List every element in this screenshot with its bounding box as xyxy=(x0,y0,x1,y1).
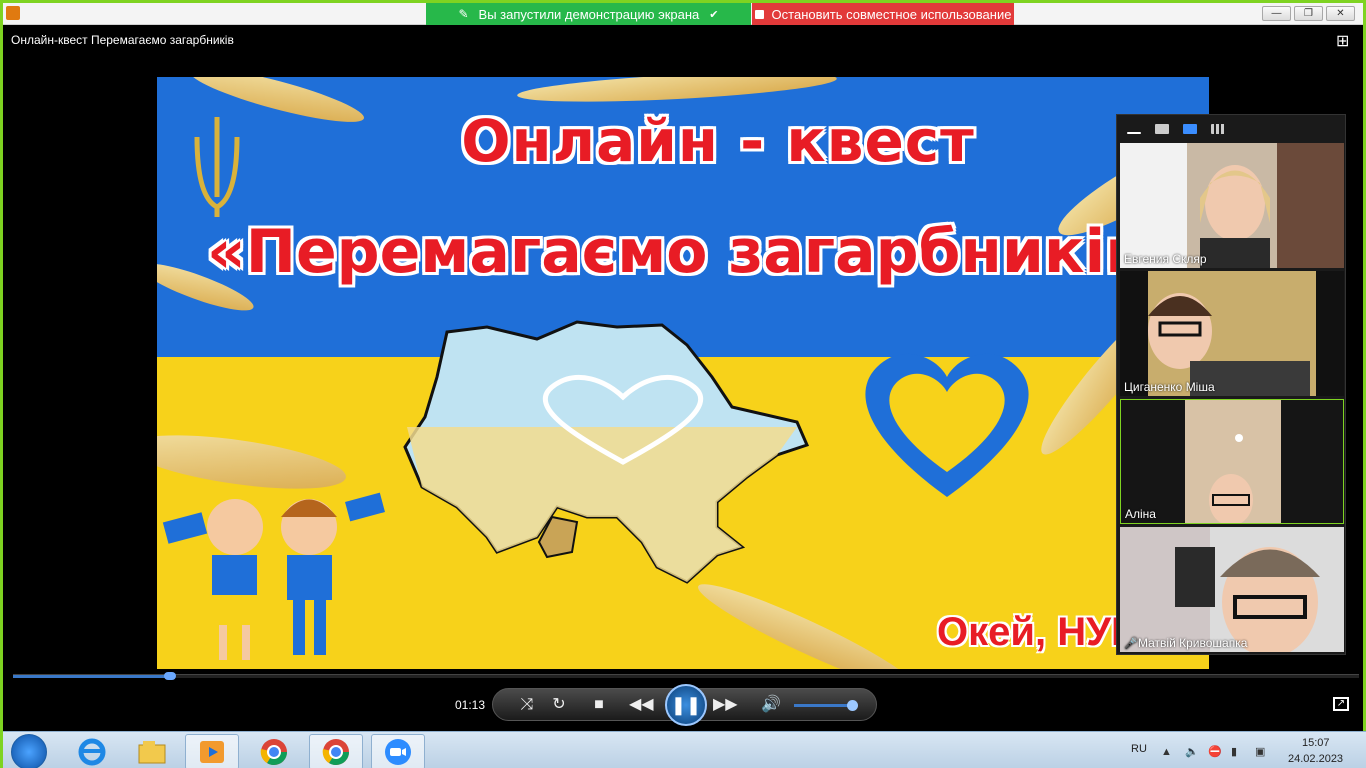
slide-title-line2: «Перемагаємо загарбників» xyxy=(207,217,1182,287)
participant-tile[interactable]: 🎤Матвій Кривошапка xyxy=(1120,527,1344,652)
stop-icon xyxy=(754,9,764,19)
stop-icon[interactable]: ■ xyxy=(587,694,611,716)
signal-icon[interactable]: ▮ xyxy=(1231,746,1243,758)
chrome-icon[interactable] xyxy=(247,734,301,768)
restore-button[interactable]: ❐ xyxy=(1294,6,1323,21)
muted-microphone-icon: 🎤 xyxy=(1124,638,1138,650)
start-button[interactable] xyxy=(11,734,47,768)
participant-tile-active-speaker[interactable]: Аліна xyxy=(1120,399,1344,524)
taskbar: RU ▲ 🔈 ⛔ ▮ ▣ 15:07 24.02.2023 xyxy=(3,731,1366,768)
volume-tray-icon[interactable]: 🔈 xyxy=(1185,746,1199,758)
screen-share-status-bar[interactable]: ✎ Вы запустили демонстрацию экрана ✔ xyxy=(426,3,751,25)
participant-name-text: Матвій Кривошапка xyxy=(1138,636,1248,650)
participant-name: Аліна xyxy=(1125,507,1156,521)
slide-title-line1: Онлайн - квест xyxy=(461,107,975,175)
participant-name: Циганенко Міша xyxy=(1124,380,1215,394)
player-controls: ⤨ ↻ ■ ◀◀ ❚❚ ▶▶ 🔊 xyxy=(492,684,877,726)
zoom-icon[interactable] xyxy=(371,734,425,768)
elapsed-time: 01:13 xyxy=(455,698,486,712)
show-hidden-icons-icon[interactable]: ▲ xyxy=(1161,746,1173,758)
video-title: Онлайн-квест Перемагаємо загарбників xyxy=(11,33,234,47)
strip-view-icon[interactable] xyxy=(1183,124,1197,134)
internet-explorer-icon[interactable] xyxy=(65,734,119,768)
fast-forward-icon[interactable]: ▶▶ xyxy=(713,694,738,716)
repeat-icon[interactable]: ↻ xyxy=(547,694,571,716)
presentation-slide: Онлайн - квест «Перемагаємо загарбників»… xyxy=(157,77,1209,669)
participant-name: 🎤Матвій Кривошапка xyxy=(1124,636,1247,650)
panel-view-controls xyxy=(1117,115,1345,143)
participant-tile[interactable]: Циганенко Міша xyxy=(1120,271,1344,396)
minimize-button[interactable]: — xyxy=(1262,6,1291,21)
pause-button[interactable]: ❚❚ xyxy=(665,684,707,726)
participant-video xyxy=(1185,400,1281,523)
switch-to-library-icon[interactable]: ↗ xyxy=(1333,697,1349,711)
media-player-icon[interactable] xyxy=(185,734,239,768)
seek-bar[interactable] xyxy=(13,672,1359,680)
seek-bar-fill xyxy=(13,675,171,678)
media-player-app-icon xyxy=(6,6,20,20)
chrome-profile-icon[interactable] xyxy=(309,734,363,768)
share-icon: ✎ xyxy=(458,7,469,21)
participant-video xyxy=(1120,271,1344,396)
share-status-text: Вы запустили демонстрацию экрана xyxy=(478,6,700,22)
minimize-panel-icon[interactable] xyxy=(1127,132,1141,134)
participant-video xyxy=(1120,527,1320,652)
grid-view-icon[interactable] xyxy=(1211,124,1225,134)
close-button[interactable]: ✕ xyxy=(1326,6,1355,21)
participants-panel: Евгения Скляр Циганенко Міша Аліна 🎤Матв… xyxy=(1116,114,1346,655)
single-view-icon[interactable] xyxy=(1155,124,1169,134)
network-error-icon[interactable]: ⛔ xyxy=(1208,746,1222,758)
clock-date[interactable]: 24.02.2023 xyxy=(1288,753,1343,765)
volume-handle[interactable] xyxy=(846,700,858,711)
language-indicator[interactable]: RU xyxy=(1131,743,1147,755)
stop-sharing-label: Остановить совместное использование xyxy=(771,6,1012,22)
seek-handle[interactable] xyxy=(164,672,177,680)
clock-time[interactable]: 15:07 xyxy=(1302,737,1330,749)
screen: — ❐ ✕ ✎ Вы запустили демонстрацию экрана… xyxy=(0,0,1366,768)
switch-view-icon[interactable]: ⊞ xyxy=(1336,31,1358,51)
participant-name: Евгения Скляр xyxy=(1124,252,1207,266)
shield-icon: ✔ xyxy=(709,8,719,21)
rewind-icon[interactable]: ◀◀ xyxy=(629,694,654,716)
stop-sharing-button[interactable]: Остановить совместное использование xyxy=(752,3,1014,25)
participant-video xyxy=(1200,165,1270,268)
file-explorer-icon[interactable] xyxy=(125,734,179,768)
volume-slider[interactable] xyxy=(794,700,858,711)
participant-tile[interactable]: Евгения Скляр xyxy=(1120,143,1344,268)
shuffle-icon[interactable]: ⤨ xyxy=(515,694,539,716)
volume-icon[interactable]: 🔊 xyxy=(759,694,783,716)
window-controls: — ❐ ✕ xyxy=(1262,6,1355,21)
power-icon[interactable]: ▣ xyxy=(1255,746,1267,758)
